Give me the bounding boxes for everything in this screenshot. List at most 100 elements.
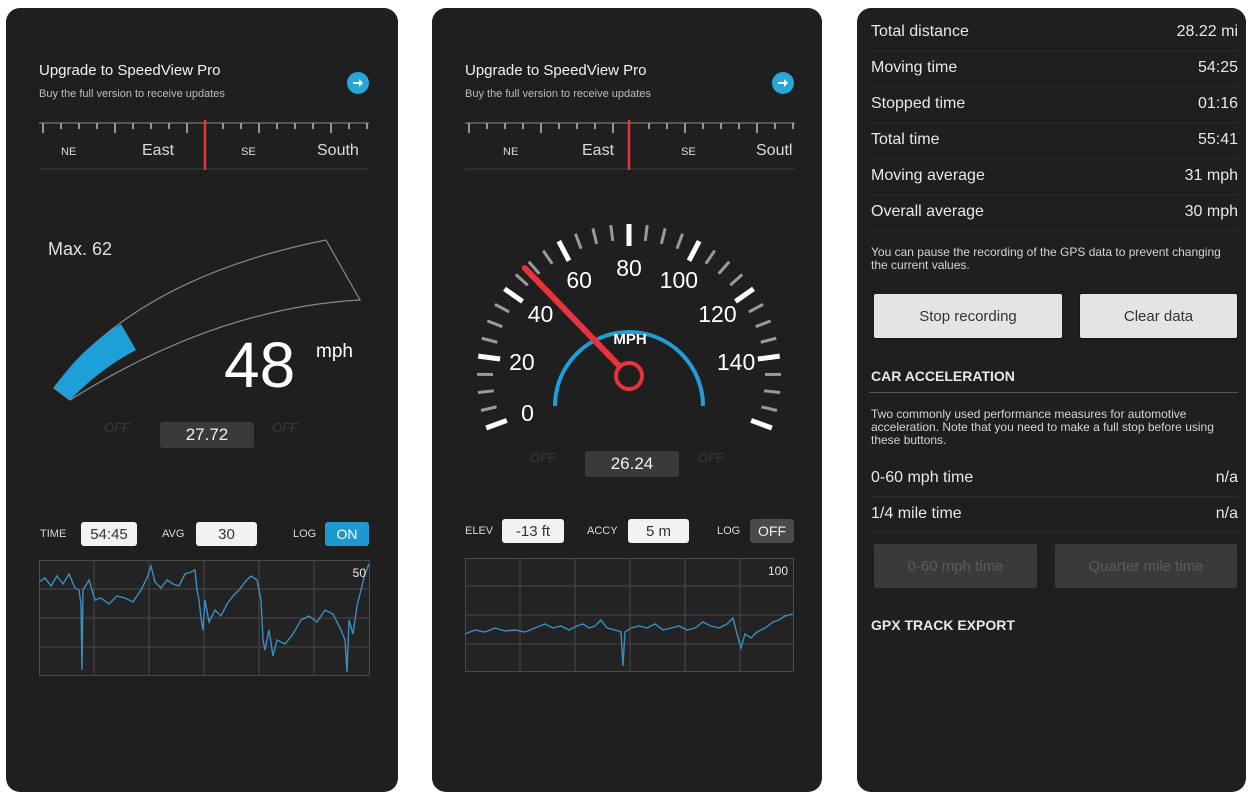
stat-label: Overall average	[871, 203, 984, 220]
gauge-tick	[485, 418, 508, 431]
compass-ticks	[465, 120, 795, 170]
compass-label-se: SE	[681, 146, 696, 158]
upgrade-banner-subtitle: Buy the full version to receive updates	[465, 88, 651, 100]
acceleration-note: Two commonly used performance measures f…	[871, 407, 1214, 447]
off-label-left: OFF	[530, 450, 556, 465]
gauge-unit-label: MPH	[613, 331, 646, 348]
stat-label: Moving time	[871, 59, 958, 76]
accy-value: 5 m	[628, 519, 689, 543]
speedometer-digital-screen: Upgrade to SpeedView Pro Buy the full ve…	[6, 8, 398, 792]
gauge-tick	[609, 224, 615, 242]
graph-plot	[39, 560, 370, 676]
stat-value: 54:25	[1197, 59, 1238, 76]
gauge-label: 120	[698, 301, 736, 327]
compass-label-east: East	[142, 142, 175, 159]
arrow-right-icon[interactable]	[347, 72, 369, 94]
acceleration-row: 0-60 mph time n/a	[869, 460, 1238, 497]
gauge-tick	[750, 418, 773, 431]
stat-value: 01:16	[1197, 95, 1238, 112]
car-acceleration-heading: CAR ACCELERATION	[871, 368, 1015, 384]
stat-row: Moving time 54:25	[869, 50, 1238, 87]
gauge-tick	[481, 336, 498, 344]
gpx-export-heading: GPX TRACK EXPORT	[871, 617, 1015, 633]
gauge-tick	[514, 273, 529, 287]
stat-label: Total time	[871, 131, 940, 148]
graph-max-label: 50	[352, 566, 366, 580]
gauge-tick	[643, 224, 649, 242]
gauge-tick	[477, 353, 501, 362]
log-label: LOG	[293, 528, 317, 540]
gauge-tick	[675, 233, 684, 250]
clear-data-button[interactable]: Clear data	[1080, 294, 1237, 338]
odometer: 26.24	[585, 451, 679, 477]
acceleration-value: n/a	[1215, 505, 1238, 522]
quarter-mile-button[interactable]: Quarter mile time	[1055, 544, 1237, 588]
compass-strip: NE East SE South	[39, 116, 369, 170]
avg-value: 30	[196, 522, 257, 546]
gauge-tick	[591, 227, 599, 245]
gauge-tick	[764, 389, 781, 395]
gauge-label: 80	[616, 255, 642, 281]
time-value: 54:45	[81, 522, 137, 546]
upgrade-banner-title[interactable]: Upgrade to SpeedView Pro	[39, 62, 221, 79]
gauge-needle-hub	[614, 361, 644, 391]
stat-row: Overall average 30 mph	[869, 194, 1238, 231]
stat-row: Total distance 28.22 mi	[869, 14, 1238, 51]
gauge-tick	[486, 319, 503, 329]
off-label-right: OFF	[272, 420, 298, 435]
elev-value: -13 ft	[502, 519, 564, 543]
gauge-tick	[480, 405, 497, 412]
graph-max-label: 100	[767, 564, 788, 578]
gauge-label: 40	[528, 301, 554, 327]
gauge-tick	[556, 240, 572, 262]
off-label-right: OFF	[698, 450, 724, 465]
gauge-label: 0	[521, 400, 534, 426]
upgrade-banner-title[interactable]: Upgrade to SpeedView Pro	[465, 62, 647, 79]
stat-value: 31 mph	[1184, 167, 1238, 184]
speed-unit: mph	[316, 341, 353, 362]
avg-label: AVG	[162, 528, 185, 540]
speed-arc-fill	[54, 324, 136, 400]
gauge-tick	[503, 286, 524, 304]
stat-row: Total time 55:41	[869, 122, 1238, 159]
accy-label: ACCY	[587, 525, 618, 537]
odometer: 27.72	[160, 422, 254, 448]
gauge-label: 60	[566, 267, 592, 293]
section-divider	[869, 392, 1238, 393]
compass-label-east: East	[582, 142, 615, 159]
compass-strip: NE East SE Soutl	[465, 116, 795, 170]
zero-to-sixty-button[interactable]: 0-60 mph time	[874, 544, 1037, 588]
upgrade-banner-subtitle: Buy the full version to receive updates	[39, 88, 225, 100]
trip-statistics-screen: Total distance 28.22 mi Moving time 54:25 St…	[857, 8, 1246, 792]
gauge-tick	[717, 260, 731, 275]
compass-label-ne: NE	[503, 146, 519, 158]
gauge-tick	[761, 405, 778, 412]
gauge-tick	[477, 389, 494, 395]
gauge-tick	[574, 233, 583, 250]
speed-arc	[53, 239, 361, 401]
gauge-tick	[760, 336, 777, 344]
compass-label-ne: NE	[61, 146, 77, 158]
acceleration-label: 1/4 mile time	[871, 505, 962, 522]
acceleration-value: n/a	[1215, 469, 1238, 486]
gauge-tick	[748, 303, 764, 314]
gauge-tick	[734, 286, 755, 304]
gauge-tick	[494, 303, 510, 314]
stat-value: 55:41	[1197, 131, 1238, 148]
log-toggle[interactable]: ON	[325, 522, 369, 546]
log-toggle[interactable]: OFF	[750, 519, 794, 543]
stat-label: Moving average	[871, 167, 985, 184]
log-label: LOG	[717, 525, 741, 537]
gauge-label: 20	[509, 349, 535, 375]
arrow-right-icon[interactable]	[772, 72, 794, 94]
gauge-label: 140	[717, 349, 755, 375]
gauge-tick	[686, 240, 702, 262]
stop-recording-button[interactable]: Stop recording	[874, 294, 1062, 338]
stat-row: Stopped time 01:16	[869, 86, 1238, 123]
off-label-left: OFF	[104, 420, 130, 435]
gauge-tick	[704, 249, 717, 265]
gauge-tick	[541, 249, 554, 265]
gauge-tick	[729, 273, 744, 287]
gauge-tick	[755, 319, 772, 329]
compass-label-se: SE	[241, 146, 256, 158]
